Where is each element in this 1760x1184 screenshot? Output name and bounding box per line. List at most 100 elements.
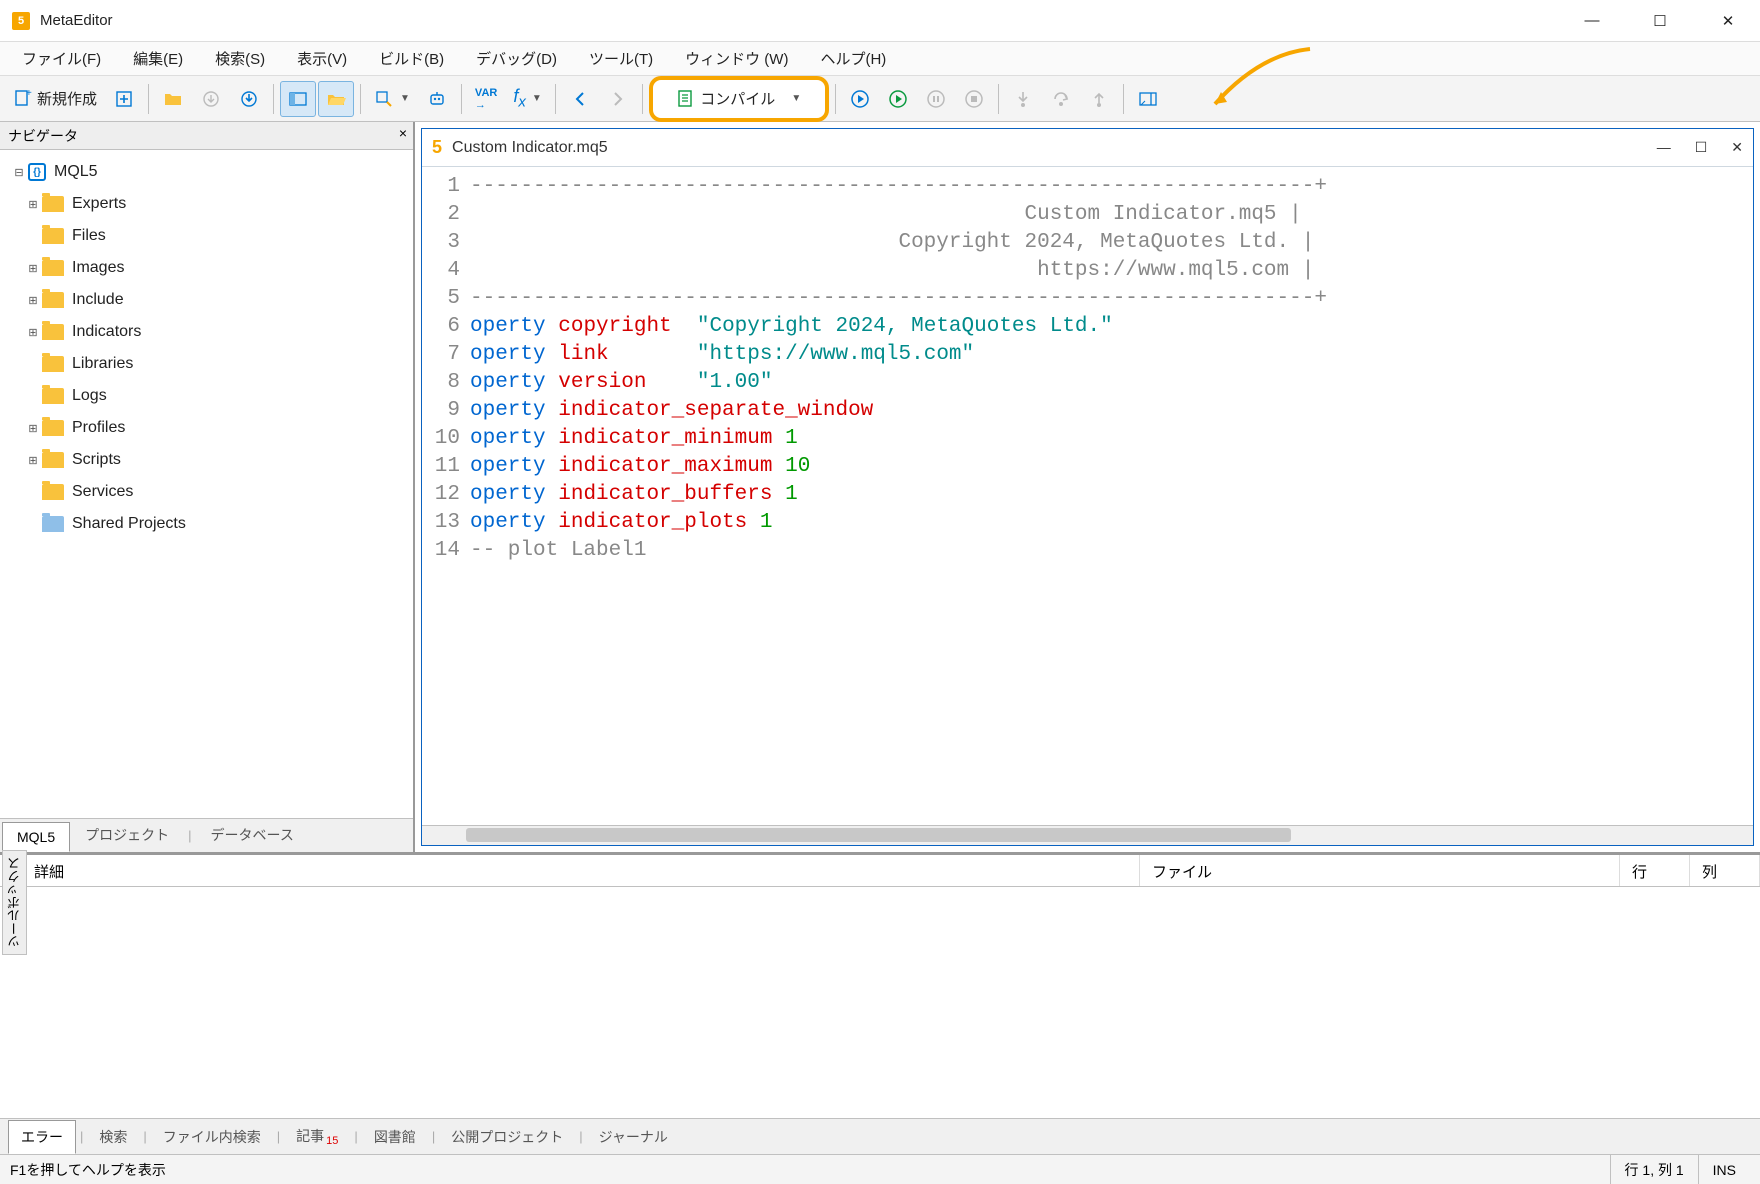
tab-library[interactable]: 図書館 (362, 1121, 428, 1153)
run-button[interactable] (880, 81, 916, 117)
folder-icon (163, 89, 183, 109)
tree-item[interactable]: ⊞Indicators (4, 316, 409, 348)
expand-icon[interactable]: ⊞ (24, 294, 42, 307)
tab-mql5[interactable]: MQL5 (2, 822, 70, 852)
ai-button[interactable] (419, 81, 455, 117)
step-out-icon (1089, 89, 1109, 109)
tab-articles[interactable]: 記事15 (284, 1120, 350, 1154)
editor-hscrollbar[interactable] (422, 825, 1753, 845)
menu-build[interactable]: ビルド(B) (365, 44, 458, 73)
maximize-button[interactable]: ☐ (1640, 12, 1680, 30)
download-icon (201, 89, 221, 109)
navigator-tabs: MQL5 プロジェクト | データベース (0, 818, 413, 852)
tab-journal[interactable]: ジャーナル (587, 1121, 680, 1153)
tree-item[interactable]: ⊞Experts (4, 188, 409, 220)
tree-item[interactable]: Files (4, 220, 409, 252)
compile-button[interactable]: コンパイル ▼ (649, 76, 829, 122)
col-col[interactable]: 列 (1690, 855, 1760, 886)
expand-icon[interactable]: ⊞ (24, 198, 42, 211)
forward-button[interactable] (600, 81, 636, 117)
navigator-tree[interactable]: ⊟ {} MQL5 ⊞ExpertsFiles⊞Images⊞Include⊞I… (0, 150, 413, 818)
back-button[interactable] (562, 81, 598, 117)
tree-item[interactable]: Services (4, 476, 409, 508)
navigator-panel: ナビゲータ × ⊟ {} MQL5 ⊞ExpertsFiles⊞Images⊞I… (0, 122, 415, 852)
build-button[interactable]: ▼ (367, 81, 417, 117)
toolbox-toggle-button[interactable] (318, 81, 354, 117)
new-icon: + (13, 89, 33, 109)
step-out-button[interactable] (1081, 81, 1117, 117)
pause-button[interactable] (918, 81, 954, 117)
arrow-left-icon (570, 89, 590, 109)
stop-button[interactable] (956, 81, 992, 117)
tree-item[interactable]: ⊞Include (4, 284, 409, 316)
tab-error[interactable]: エラー (8, 1120, 76, 1154)
status-position: 行 1, 列 1 (1610, 1155, 1698, 1184)
menu-debug[interactable]: デバッグ(D) (462, 44, 571, 73)
editor-minimize-button[interactable]: — (1657, 139, 1671, 156)
navigator-close-button[interactable]: × (399, 125, 407, 141)
expand-icon[interactable]: ⊞ (24, 454, 42, 467)
new-file-button[interactable]: + 新規作成 (6, 81, 104, 117)
tree-item[interactable]: ⊞Images (4, 252, 409, 284)
toolbox-body (0, 887, 1760, 1118)
editor-close-button[interactable]: ✕ (1731, 139, 1743, 156)
status-ins: INS (1698, 1155, 1750, 1184)
run-debug-button[interactable] (842, 81, 878, 117)
tree-item[interactable]: Shared Projects (4, 508, 409, 540)
code-editor[interactable]: 1---------------------------------------… (422, 167, 1753, 825)
col-detail[interactable]: 詳細 (22, 855, 1140, 886)
var-icon: VAR→ (475, 87, 497, 111)
folder-icon (42, 452, 64, 468)
menu-search[interactable]: 検索(S) (201, 44, 279, 73)
tree-item-label: Profiles (72, 419, 125, 437)
minimize-button[interactable]: — (1572, 12, 1612, 30)
step-over-icon (1051, 89, 1071, 109)
tree-item-label: Logs (72, 387, 107, 405)
tab-search[interactable]: 検索 (87, 1121, 139, 1153)
folder-icon (42, 228, 64, 244)
compile-icon (676, 89, 696, 109)
open-folder-button[interactable] (155, 81, 191, 117)
col-file[interactable]: ファイル (1140, 855, 1620, 886)
tree-item[interactable]: Libraries (4, 348, 409, 380)
panel-right-icon (1138, 89, 1158, 109)
toolbox-side-label[interactable]: ツールボックス (2, 850, 27, 955)
close-button[interactable]: ✕ (1708, 12, 1748, 30)
step-into-icon (1013, 89, 1033, 109)
step-over-button[interactable] (1043, 81, 1079, 117)
extra-button[interactable] (1130, 81, 1166, 117)
menu-help[interactable]: ヘルプ(H) (806, 44, 900, 73)
tree-item[interactable]: ⊞ Profiles (4, 412, 409, 444)
step-into-button[interactable] (1005, 81, 1041, 117)
editor-maximize-button[interactable]: ☐ (1695, 139, 1708, 156)
tab-database[interactable]: データベース (196, 818, 309, 852)
new-plus-button[interactable] (106, 81, 142, 117)
menu-view[interactable]: 表示(V) (283, 44, 361, 73)
undo-download-button[interactable] (193, 81, 229, 117)
expand-icon[interactable]: ⊞ (24, 262, 42, 275)
download-all-button[interactable] (231, 81, 267, 117)
toolbox-tabs: エラー | 検索 | ファイル内検索 | 記事15 | 図書館 | 公開プロジェ… (0, 1118, 1760, 1154)
tab-project[interactable]: プロジェクト (70, 818, 184, 852)
tree-item[interactable]: Logs (4, 380, 409, 412)
var-button[interactable]: VAR→ (468, 81, 504, 117)
menu-edit[interactable]: 編集(E) (119, 44, 197, 73)
menu-window[interactable]: ウィンドウ (W) (671, 44, 802, 73)
menu-file[interactable]: ファイル(F) (8, 44, 115, 73)
folder-icon (42, 420, 64, 436)
navigator-toggle-button[interactable] (280, 81, 316, 117)
menu-tools[interactable]: ツール(T) (575, 44, 667, 73)
folder-icon (42, 292, 64, 308)
collapse-icon[interactable]: ⊟ (10, 166, 28, 179)
robot-icon (427, 89, 447, 109)
tree-item[interactable]: ⊞Scripts (4, 444, 409, 476)
scrollbar-thumb[interactable] (466, 828, 1291, 842)
col-row[interactable]: 行 (1620, 855, 1690, 886)
expand-icon[interactable]: ⊞ (24, 326, 42, 339)
expand-icon[interactable]: ⊞ (24, 422, 42, 435)
tab-projects[interactable]: 公開プロジェクト (439, 1121, 575, 1153)
folder-icon (42, 356, 64, 372)
function-button[interactable]: fx▼ (506, 81, 548, 117)
tree-root[interactable]: ⊟ {} MQL5 (4, 156, 409, 188)
tab-findinfiles[interactable]: ファイル内検索 (151, 1121, 273, 1153)
